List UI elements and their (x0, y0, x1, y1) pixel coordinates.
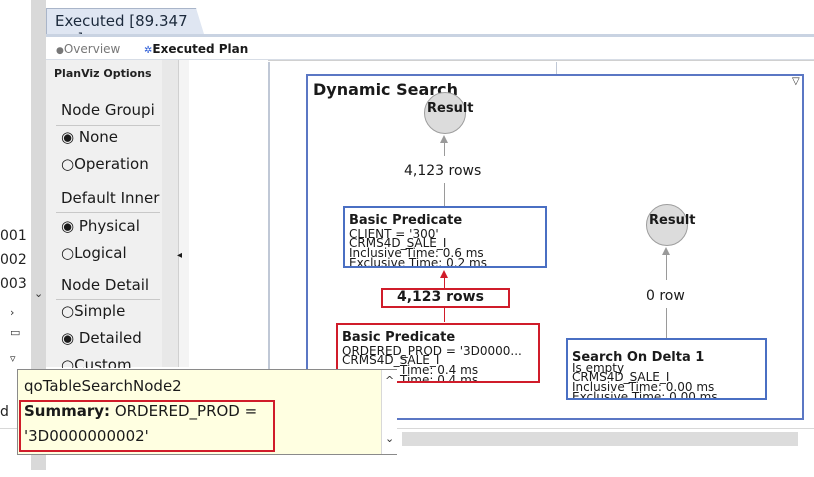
node-search-on-delta[interactable]: Search On Delta 1 Is empty CRMS4D_SALE_I… (566, 338, 767, 400)
arrow-up-icon-red (440, 270, 448, 278)
chevron-right-icon[interactable]: › (10, 306, 14, 319)
scroll-down-icon[interactable]: ⌄ (385, 432, 394, 445)
divider (56, 212, 160, 213)
radio-selected-icon: ◉ (61, 217, 75, 235)
radio-detail-simple[interactable]: ○Simple (61, 302, 125, 320)
divider (56, 299, 160, 300)
default-inner-label: Default Inner (61, 189, 160, 207)
tab-overview[interactable]: ●Overview (56, 42, 120, 56)
radio-inner-logical[interactable]: ○Logical (61, 244, 127, 262)
radio-detail-detailed[interactable]: ◉ Detailed (61, 329, 142, 347)
node-detail-label: Node Detail (61, 276, 150, 294)
tooltip-scrollbar[interactable]: ^ ⌄ (381, 370, 397, 454)
radio-inner-physical[interactable]: ◉ Physical (61, 217, 140, 235)
frame-menu-icon[interactable]: ▽ (792, 76, 800, 87)
edge-line-red (444, 278, 445, 288)
radio-selected-icon: ◉ (61, 329, 75, 347)
canvas-top-border (268, 60, 814, 61)
scroll-up-icon[interactable]: ^ (385, 374, 394, 387)
node-grouping-label: Node Groupi (61, 101, 155, 119)
node-detail-line: Exclusive Time: 0.2 ms (349, 256, 487, 268)
view-menu-icon[interactable]: ▿ (10, 352, 16, 365)
edge-line (666, 254, 667, 280)
node-basic-predicate-1[interactable]: Basic Predicate CLIENT = '300' CRMS4D_SA… (343, 206, 547, 268)
row-count-top: 4,123 rows (404, 163, 482, 179)
line-number: 001 (0, 228, 27, 244)
chevron-down-icon[interactable]: ⌄ (34, 287, 43, 300)
collapse-icon[interactable]: ◂ (177, 250, 182, 261)
edge-line (444, 183, 445, 206)
editor-letter: d (0, 404, 9, 420)
line-number: 003 (0, 276, 27, 292)
radio-icon: ○ (61, 244, 75, 262)
edge-line (666, 308, 667, 338)
radio-icon: ○ (61, 302, 75, 320)
editor-tab[interactable]: Executed [89.347 ms] (46, 8, 204, 34)
result-label: Result (649, 213, 696, 228)
column-separator (556, 62, 557, 74)
edge-line (444, 142, 445, 156)
tab-executed-plan[interactable]: ✲Executed Plan (144, 42, 248, 56)
node-detail-line: Time: 0.4 ms (400, 373, 479, 383)
radio-grouping-operation[interactable]: ○Operation (61, 155, 149, 173)
result-node-right[interactable]: Result (646, 204, 696, 246)
result-node-left[interactable]: Result (424, 92, 474, 134)
radio-icon: ○ (61, 155, 75, 173)
tooltip-title: qoTableSearchNode2 (24, 377, 182, 395)
row-count-right: 0 row (646, 288, 685, 304)
radio-grouping-none[interactable]: ◉ None (61, 128, 118, 146)
minimize-icon[interactable]: ▭ (10, 326, 20, 339)
node-title: Basic Predicate (342, 330, 456, 345)
options-scrollbar[interactable] (162, 60, 178, 367)
subtab-bar: ●Overview ✲Executed Plan (46, 37, 814, 60)
radio-selected-icon: ◉ (61, 128, 75, 146)
radio-icon: ○ (61, 356, 75, 368)
divider (56, 125, 160, 126)
row-count-mid: 4,123 rows (397, 289, 484, 305)
summary-highlight (19, 400, 275, 452)
radio-detail-custom[interactable]: ○Custom (61, 356, 132, 368)
line-number: 002 (0, 252, 27, 268)
overview-icon: ● (56, 46, 64, 56)
options-header: PlanViz Options (54, 67, 152, 80)
horizontal-scrollbar[interactable] (402, 432, 798, 446)
result-label: Result (427, 101, 474, 116)
node-detail-line: Exclusive Time: 0.00 ms (572, 390, 718, 400)
node-title: Basic Predicate (349, 213, 463, 228)
edge-line-red (444, 308, 445, 322)
panel-splitter[interactable]: ◂ (177, 60, 189, 367)
